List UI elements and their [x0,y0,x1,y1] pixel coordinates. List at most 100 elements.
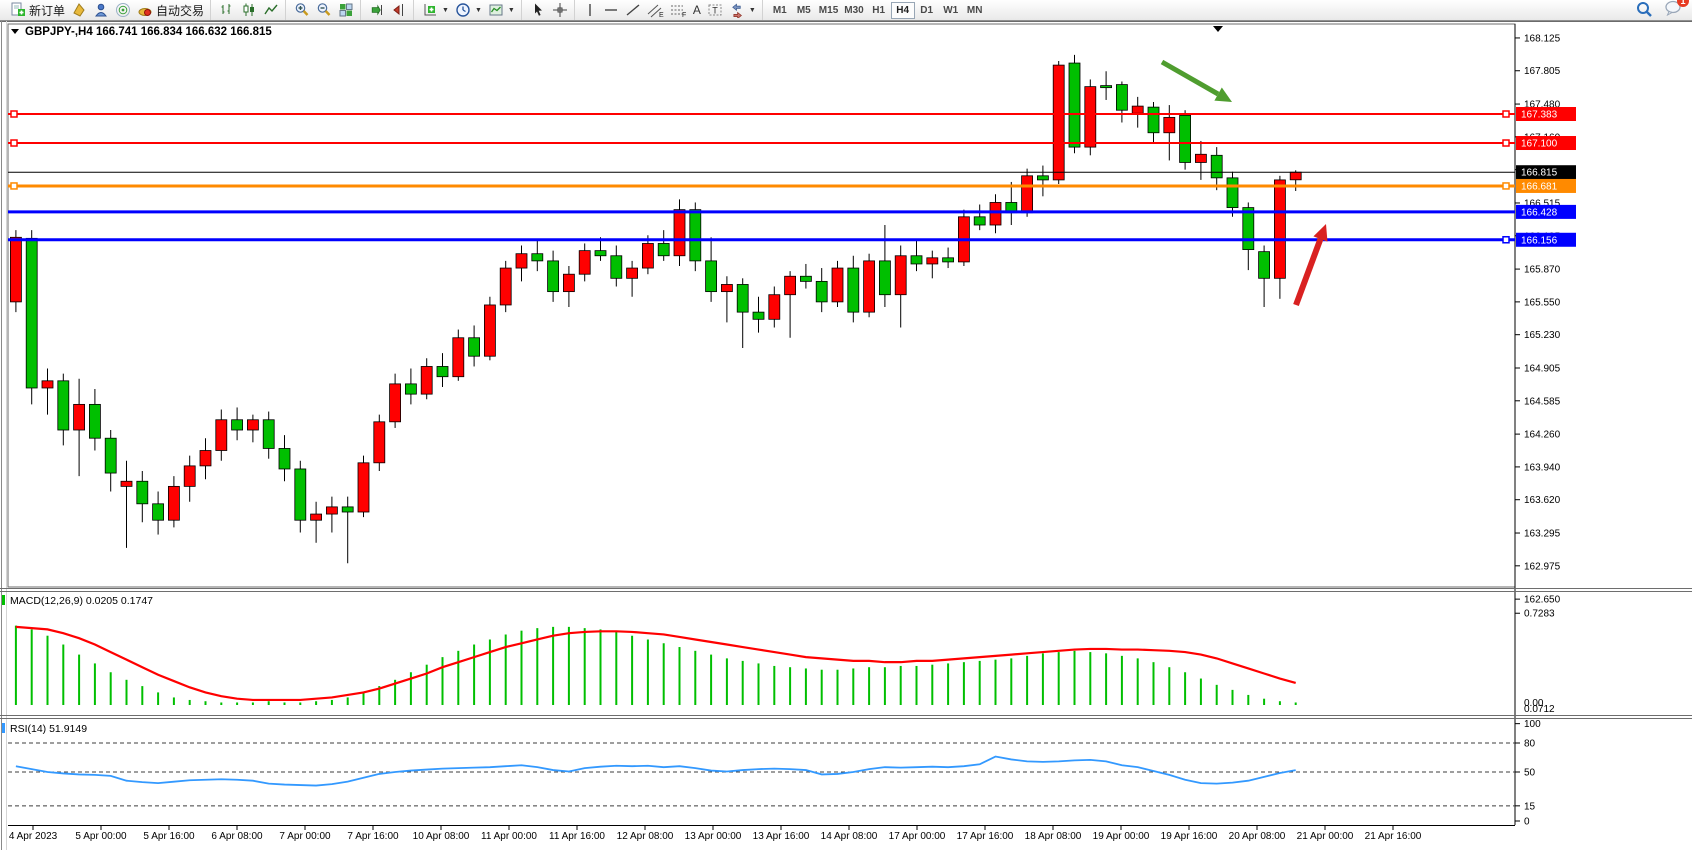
timeframe-button-mn[interactable]: MN [963,2,987,19]
timeframe-button-w1[interactable]: W1 [939,2,963,19]
new-order-icon [10,2,26,18]
timeframe-button-m1[interactable]: M1 [768,2,792,19]
tile-windows-icon [338,2,354,18]
line-chart-icon [263,2,279,18]
price-tick-label: 165.550 [1524,297,1561,308]
timeframe-button-h1[interactable]: H1 [867,2,891,19]
time-axis-label: 19 Apr 00:00 [1093,831,1150,842]
auto-scroll-icon [369,2,385,18]
templates-button[interactable]: ▼ [485,1,518,19]
trendline-button[interactable] [622,1,644,19]
svg-text:F: F [682,12,686,18]
chat-button[interactable]: 1 [1664,0,1682,21]
new-order-button[interactable]: 新订单 [7,1,68,19]
symbol-title: GBPJPY-,H4 166.741 166.834 166.632 166.8… [11,26,272,38]
time-axis-label: 17 Apr 00:00 [889,831,946,842]
rsi-axis-label: 15 [1524,801,1536,812]
price-tick-label: 167.805 [1524,66,1561,77]
search-icon [1635,1,1653,19]
arrows-tool-icon [729,2,745,18]
time-axis-label: 13 Apr 16:00 [753,831,810,842]
crosshair-icon [552,2,568,18]
cursor-icon [530,2,546,18]
zoom-in-button[interactable] [291,1,313,19]
time-axis-label: 13 Apr 00:00 [685,831,742,842]
svg-text:T: T [712,6,718,16]
chart-background [0,21,1692,850]
channel-button[interactable]: E [644,1,667,19]
auto-trading-button[interactable]: 自动交易 [134,1,207,19]
price-line-label: 166.681 [1521,181,1558,192]
price-tick-label: 162.975 [1524,561,1561,572]
candlestick-chart-button[interactable] [238,1,260,19]
auto-scroll-button[interactable] [366,1,388,19]
zoom-in-icon [294,2,310,18]
time-axis-label: 20 Apr 08:00 [1229,831,1286,842]
cursor-button[interactable] [527,1,549,19]
time-axis-label: 4 Apr 2023 [9,831,58,842]
svg-text:E: E [659,12,664,18]
macd-axis-label: 0.7283 [1524,609,1555,620]
horizontal-line-button[interactable] [600,1,622,19]
text-label-button[interactable]: T [704,1,726,19]
clock-icon [455,2,471,18]
market-watch-button[interactable] [112,1,134,19]
auto-trading-label: 自动交易 [156,2,204,19]
price-line-label: 166.815 [1521,168,1558,179]
time-axis-label: 18 Apr 08:00 [1025,831,1082,842]
vertical-line-button[interactable] [580,1,600,19]
new-chart-button[interactable] [68,1,90,19]
price-tick-label: 164.260 [1524,430,1561,441]
timeframe-button-h4[interactable]: H4 [891,2,915,19]
indicators-icon [422,2,438,18]
crosshair-button[interactable] [549,1,571,19]
search-button[interactable] [1632,1,1656,19]
templates-icon [488,2,504,18]
time-axis-label: 19 Apr 16:00 [1161,831,1218,842]
time-axis-label: 21 Apr 16:00 [1365,831,1422,842]
timeframe-button-m30[interactable]: M30 [841,2,866,19]
horizontal-line-icon [603,2,619,18]
line-chart-button[interactable] [260,1,282,19]
time-axis-label: 10 Apr 08:00 [413,831,470,842]
price-tick-label: 162.650 [1524,595,1561,606]
price-tick-label: 163.940 [1524,462,1561,473]
fibonacci-icon: F [670,2,687,18]
price-tick-label: 163.620 [1524,495,1561,506]
new-order-label: 新订单 [29,2,65,19]
time-axis-label: 6 Apr 08:00 [211,831,263,842]
radar-icon [115,2,131,18]
timeframe-bar: M1M5M15M30H1H4D1W1MN [763,0,990,20]
price-tick-label: 165.870 [1524,265,1561,276]
text-button[interactable]: A [690,1,704,19]
toolbar: 新订单 自动交易 [0,0,1692,21]
rsi-axis-label: 50 [1524,768,1536,779]
channel-icon: E [647,2,664,18]
fibonacci-button[interactable]: F [667,1,690,19]
chart-area[interactable]: 168.125167.805167.480167.160166.840166.5… [0,21,1692,850]
indicators-caret: ▼ [442,7,449,14]
profiles-button[interactable] [90,1,112,19]
timeframe-button-m5[interactable]: M5 [792,2,816,19]
price-line-label: 166.156 [1521,235,1558,246]
zoom-out-icon [316,2,332,18]
time-axis-label: 17 Apr 16:00 [957,831,1014,842]
new-chart-icon [71,2,87,18]
price-line-label: 167.383 [1521,110,1558,121]
chart-shift-button[interactable] [388,1,410,19]
text-label-icon: T [707,2,723,18]
zoom-out-button[interactable] [313,1,335,19]
tile-windows-button[interactable] [335,1,357,19]
price-tick-label: 163.295 [1524,529,1561,540]
time-axis-label: 14 Apr 08:00 [821,831,878,842]
timeframe-button-d1[interactable]: D1 [915,2,939,19]
macd-label: MACD(12,26,9) 0.0205 0.1747 [10,595,153,607]
arrows-tool-button[interactable]: ▼ [726,1,759,19]
rsi-axis-label: 0 [1524,817,1530,828]
time-axis-label: 5 Apr 16:00 [143,831,195,842]
periods-button[interactable]: ▼ [452,1,485,19]
indicators-button[interactable]: ▼ [419,1,452,19]
chart-shift-icon [391,2,407,18]
bar-chart-button[interactable] [216,1,238,19]
timeframe-button-m15[interactable]: M15 [816,2,841,19]
